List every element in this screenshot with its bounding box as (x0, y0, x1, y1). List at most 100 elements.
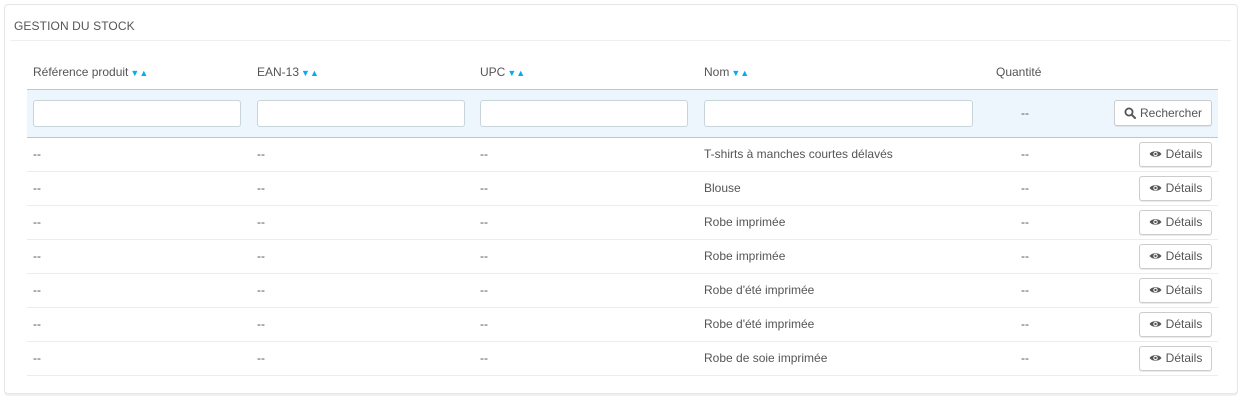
cell-ean13: -- (251, 137, 474, 172)
sort-controls: ▼▲ (130, 68, 148, 78)
filter-cell-name (698, 89, 990, 138)
cell-name: Robe d'été imprimée (698, 273, 990, 308)
cell-reference: -- (27, 307, 251, 342)
cell-quantity: -- (990, 171, 1103, 206)
sort-controls: ▼▲ (731, 68, 749, 78)
cell-quantity: -- (990, 307, 1103, 342)
cell-actions: Détails (1103, 307, 1218, 342)
column-header-label: UPC (480, 65, 506, 80)
cell-upc: -- (474, 273, 698, 308)
cell-actions: Détails (1103, 137, 1218, 172)
cell-reference: -- (27, 205, 251, 240)
column-header-quantity: Quantité (990, 56, 1103, 90)
details-button[interactable]: Détails (1139, 209, 1212, 235)
column-header-actions (1103, 56, 1218, 90)
sort-desc-icon[interactable]: ▼ (507, 68, 516, 78)
eye-icon (1149, 183, 1162, 193)
details-button-label: Détails (1165, 215, 1203, 229)
sort-asc-icon[interactable]: ▲ (740, 68, 749, 78)
filter-quantity-text: -- (990, 89, 1103, 138)
eye-icon (1149, 217, 1162, 227)
sort-controls: ▼▲ (301, 68, 319, 78)
eye-icon (1149, 149, 1162, 159)
search-icon (1124, 107, 1136, 119)
filter-cell-upc (474, 89, 698, 138)
sort-asc-icon[interactable]: ▲ (139, 68, 148, 78)
cell-upc: -- (474, 239, 698, 274)
cell-quantity: -- (990, 239, 1103, 274)
stock-table: Référence produit ▼▲ EAN-13 ▼▲ UPC ▼▲ Nom ▼▲… (27, 56, 1218, 376)
filter-reference-input[interactable] (33, 99, 241, 127)
cell-quantity: -- (990, 341, 1103, 376)
cell-reference: -- (27, 239, 251, 274)
cell-name: Robe d'été imprimée (698, 307, 990, 342)
cell-reference: -- (27, 273, 251, 308)
cell-quantity: -- (990, 273, 1103, 308)
table-header-row: Référence produit ▼▲ EAN-13 ▼▲ UPC ▼▲ Nom ▼▲… (27, 56, 1218, 90)
column-header-label: Quantité (996, 65, 1042, 80)
sort-asc-icon[interactable]: ▲ (516, 68, 525, 78)
filter-ean13-input[interactable] (257, 99, 465, 127)
cell-actions: Détails (1103, 341, 1218, 376)
table-row: -- -- -- Blouse -- Détails (27, 171, 1218, 206)
cell-actions: Détails (1103, 205, 1218, 240)
table-row: -- -- -- Robe imprimée -- Détails (27, 239, 1218, 274)
details-button-label: Détails (1165, 181, 1203, 195)
sort-asc-icon[interactable]: ▲ (310, 68, 319, 78)
details-button[interactable]: Détails (1139, 141, 1212, 167)
details-button-label: Détails (1165, 147, 1203, 161)
cell-ean13: -- (251, 239, 474, 274)
cell-reference: -- (27, 341, 251, 376)
search-button[interactable]: Rechercher (1114, 100, 1212, 126)
panel-title: Gestion du stock (14, 19, 135, 33)
filter-cell-ean13 (251, 89, 474, 138)
cell-quantity: -- (990, 137, 1103, 172)
cell-ean13: -- (251, 205, 474, 240)
eye-icon (1149, 319, 1162, 329)
details-button-label: Détails (1165, 249, 1203, 263)
cell-actions: Détails (1103, 171, 1218, 206)
cell-actions: Détails (1103, 273, 1218, 308)
eye-icon (1149, 251, 1162, 261)
filter-cell-actions: Rechercher (1103, 89, 1218, 138)
details-button[interactable]: Détails (1139, 311, 1212, 337)
eye-icon (1149, 285, 1162, 295)
cell-name: T-shirts à manches courtes délavés (698, 137, 990, 172)
search-button-label: Rechercher (1139, 106, 1203, 120)
cell-actions: Détails (1103, 239, 1218, 274)
filter-upc-input[interactable] (480, 99, 688, 127)
filter-row: -- Rechercher (27, 89, 1218, 138)
details-button[interactable]: Détails (1139, 345, 1212, 371)
column-header-label: EAN-13 (257, 65, 300, 80)
column-header-upc: UPC ▼▲ (474, 56, 698, 90)
column-header-ean13: EAN-13 ▼▲ (251, 56, 474, 90)
panel-heading: Gestion du stock (11, 9, 1231, 41)
table-row: -- -- -- T-shirts à manches courtes déla… (27, 137, 1218, 172)
details-button-label: Détails (1165, 283, 1203, 297)
details-button[interactable]: Détails (1139, 277, 1212, 303)
sort-desc-icon[interactable]: ▼ (731, 68, 740, 78)
cell-upc: -- (474, 341, 698, 376)
table-row: -- -- -- Robe imprimée -- Détails (27, 205, 1218, 240)
cell-upc: -- (474, 307, 698, 342)
cell-reference: -- (27, 137, 251, 172)
column-header-label: Nom (704, 65, 730, 80)
table-row: -- -- -- Robe de soie imprimée -- Détail… (27, 341, 1218, 376)
cell-ean13: -- (251, 171, 474, 206)
column-header-label: Référence produit (33, 65, 129, 80)
cell-upc: -- (474, 205, 698, 240)
sort-desc-icon[interactable]: ▼ (301, 68, 310, 78)
cell-ean13: -- (251, 341, 474, 376)
column-header-name: Nom ▼▲ (698, 56, 990, 90)
filter-name-input[interactable] (704, 99, 973, 127)
details-button[interactable]: Détails (1139, 175, 1212, 201)
sort-controls: ▼▲ (507, 68, 525, 78)
eye-icon (1149, 353, 1162, 363)
sort-desc-icon[interactable]: ▼ (130, 68, 139, 78)
cell-upc: -- (474, 171, 698, 206)
cell-upc: -- (474, 137, 698, 172)
cell-reference: -- (27, 171, 251, 206)
stock-panel: Gestion du stock Référence produit ▼▲ EAN… (4, 4, 1238, 394)
details-button[interactable]: Détails (1139, 243, 1212, 269)
column-header-reference: Référence produit ▼▲ (27, 56, 251, 90)
